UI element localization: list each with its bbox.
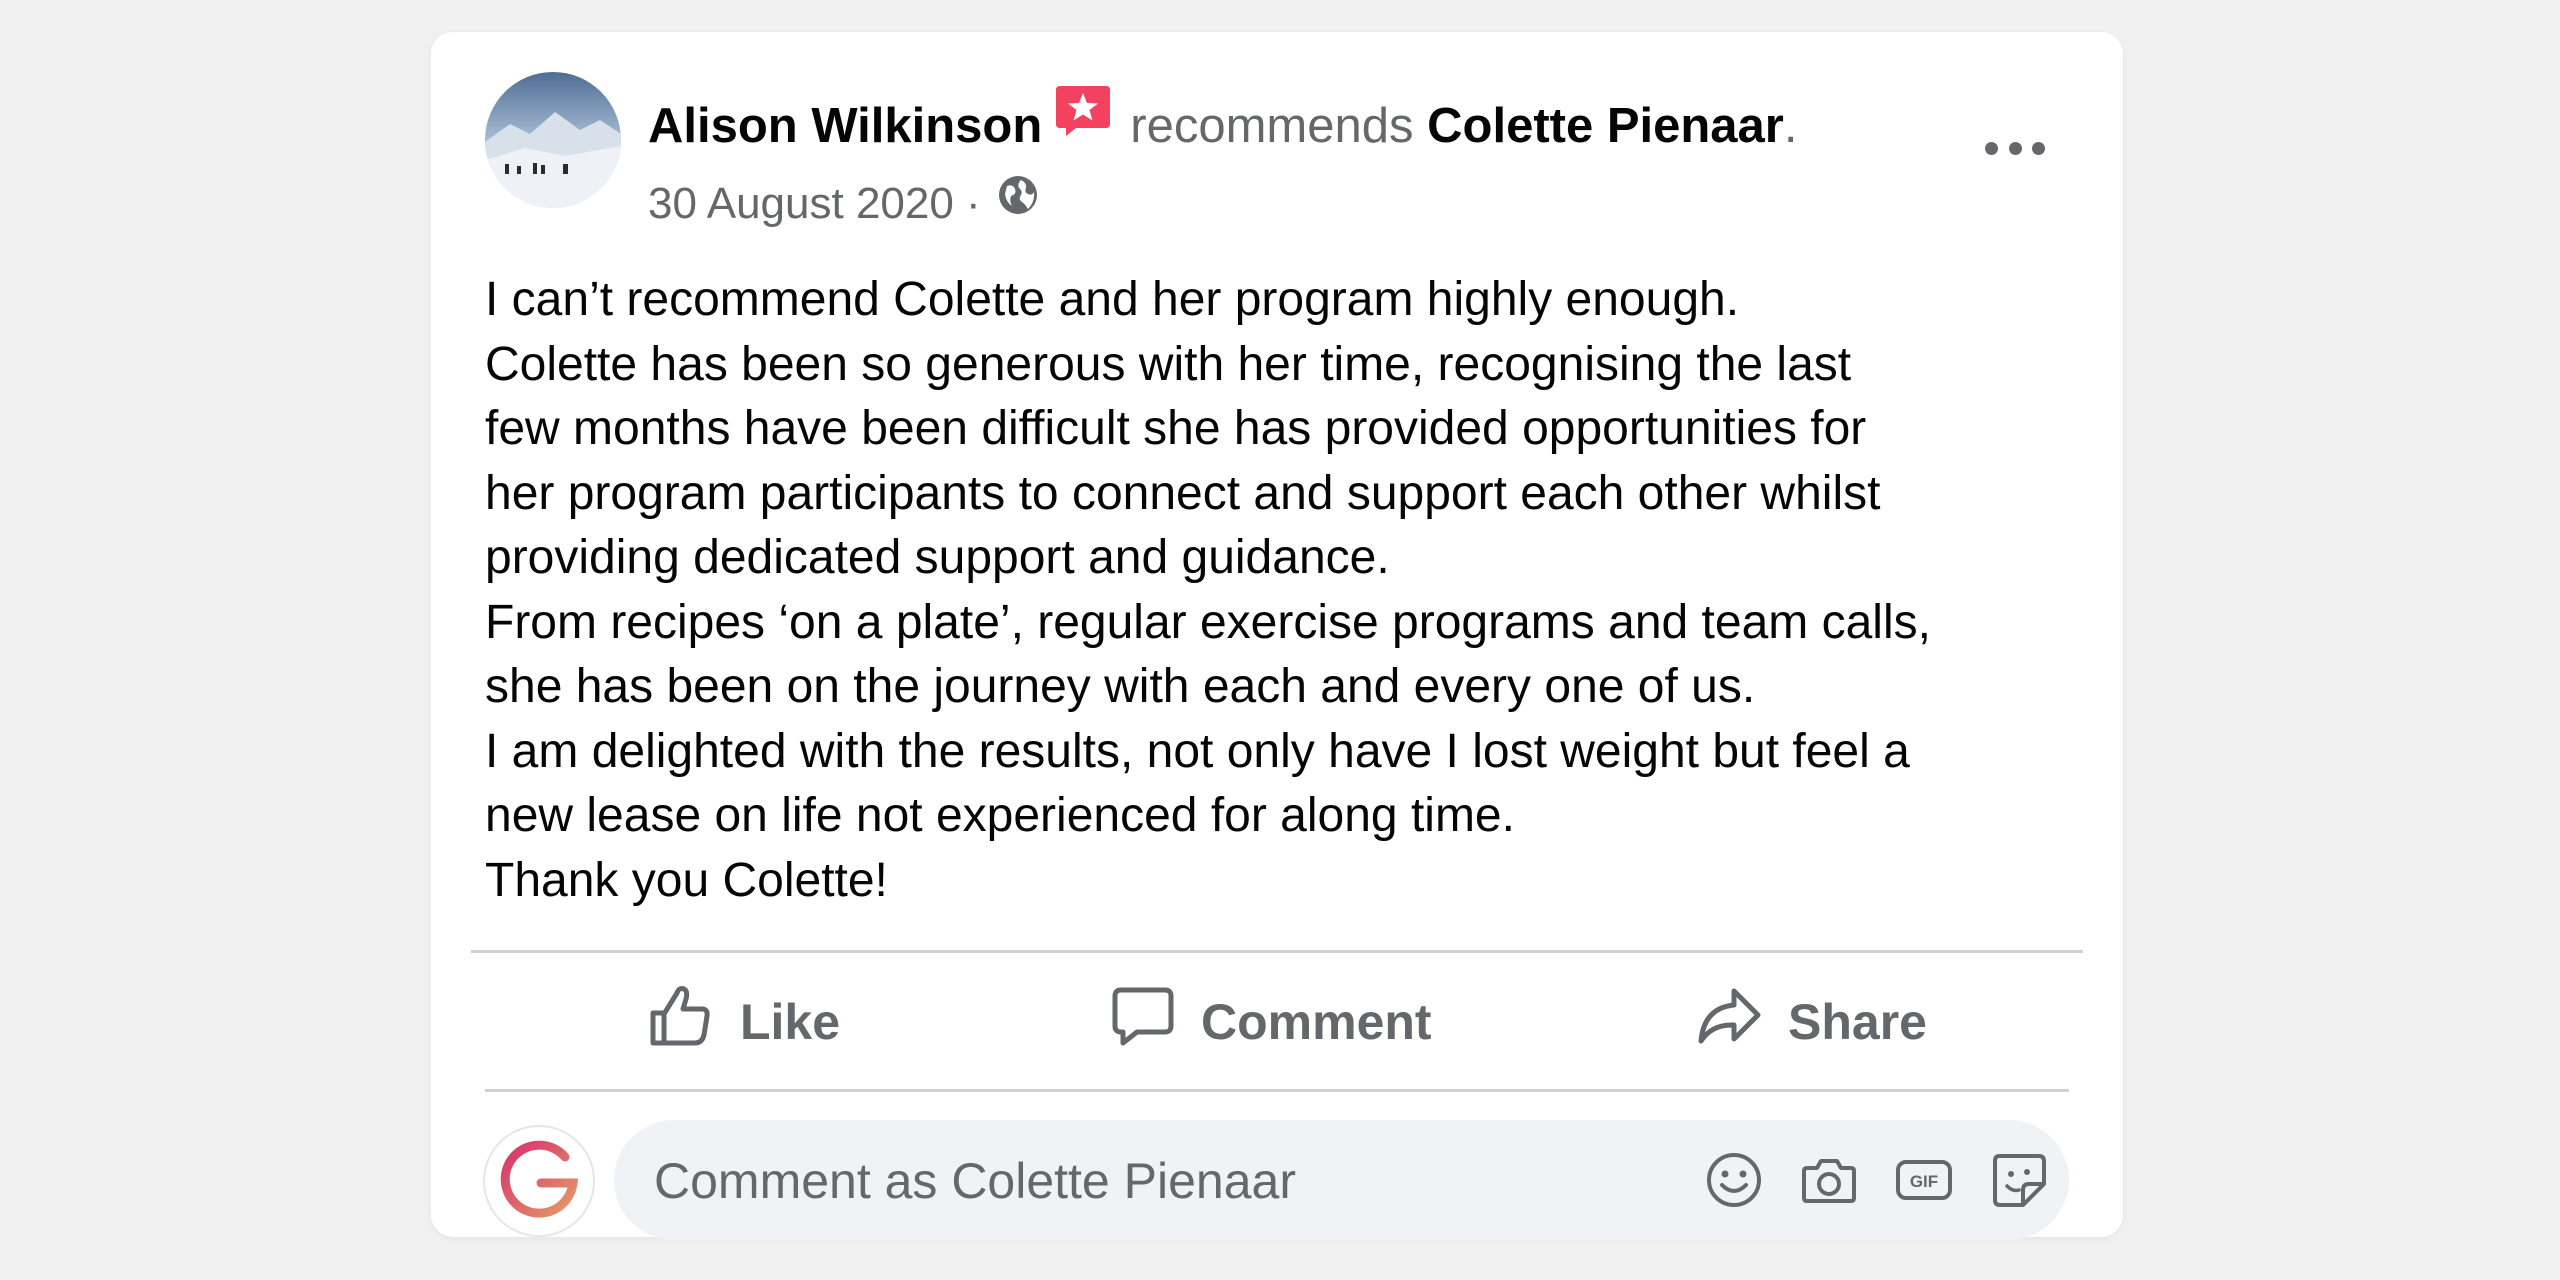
author-avatar[interactable] (485, 72, 621, 208)
share-label: Share (1788, 994, 1927, 1050)
post-text-line: her program participants to connect and … (485, 466, 1881, 520)
camera-icon[interactable] (1799, 1150, 1859, 1210)
current-user-avatar[interactable] (485, 1127, 593, 1235)
post-card: Alison Wilkinson recommends Colette Piena… (431, 32, 2123, 1242)
post-meta: 30 August 2020 · (648, 172, 1039, 236)
comment-input[interactable] (652, 1120, 1636, 1242)
divider (485, 1089, 2069, 1092)
post-text: I can’t recommend Colette and her progra… (485, 268, 2085, 913)
divider (471, 950, 2083, 953)
svg-text:GIF: GIF (1910, 1172, 1938, 1191)
more-options-icon[interactable] (1985, 128, 2045, 168)
recommended-page-name[interactable]: Colette Pienaar (1427, 99, 1784, 153)
comment-composer: GIF (614, 1120, 2069, 1242)
post-text-line: From recipes ‘on a plate’, regular exerc… (485, 595, 1931, 649)
like-label: Like (740, 994, 841, 1050)
speech-bubble-icon (1111, 984, 1201, 1060)
globe-icon (997, 170, 1039, 234)
post-text-line: few months have been difficult she has p… (485, 402, 1867, 455)
more-dot (2008, 141, 2022, 155)
share-arrow-icon (1696, 983, 1788, 1061)
post-text-line: Colette has been so generous with her ti… (485, 337, 1852, 391)
share-button[interactable]: Share (1696, 982, 1927, 1062)
recommends-text: recommends (1130, 99, 1414, 153)
smiley-icon[interactable] (1704, 1150, 1764, 1210)
comment-label: Comment (1201, 994, 1432, 1050)
post-text-line: I can’t recommend Colette and her progra… (485, 273, 1740, 326)
more-dot (1985, 141, 1998, 155)
comment-button[interactable]: Comment (1111, 982, 1432, 1062)
post-text-line: I am delighted with the results, not onl… (485, 724, 1910, 778)
post-text-line: she has been on the journey with each an… (485, 660, 1756, 713)
sticker-icon[interactable] (1989, 1150, 2049, 1210)
like-button[interactable]: Like (648, 982, 840, 1062)
post-text-line: providing dedicated support and guidance… (485, 531, 1390, 584)
thumbs-up-icon (648, 983, 740, 1061)
gif-icon[interactable]: GIF (1894, 1150, 1954, 1210)
author-name[interactable]: Alison Wilkinson (648, 99, 1042, 153)
recommend-star-icon (1054, 74, 1112, 174)
post-date[interactable]: 30 August 2020 · (648, 179, 981, 228)
post-header: Alison Wilkinson recommends Colette Piena… (648, 76, 1798, 176)
more-dot (2032, 141, 2045, 155)
post-text-line: Thank you Colette! (485, 853, 888, 907)
header-period: . (1783, 99, 1798, 153)
post-text-line: new lease on life not experienced for al… (485, 789, 1515, 842)
